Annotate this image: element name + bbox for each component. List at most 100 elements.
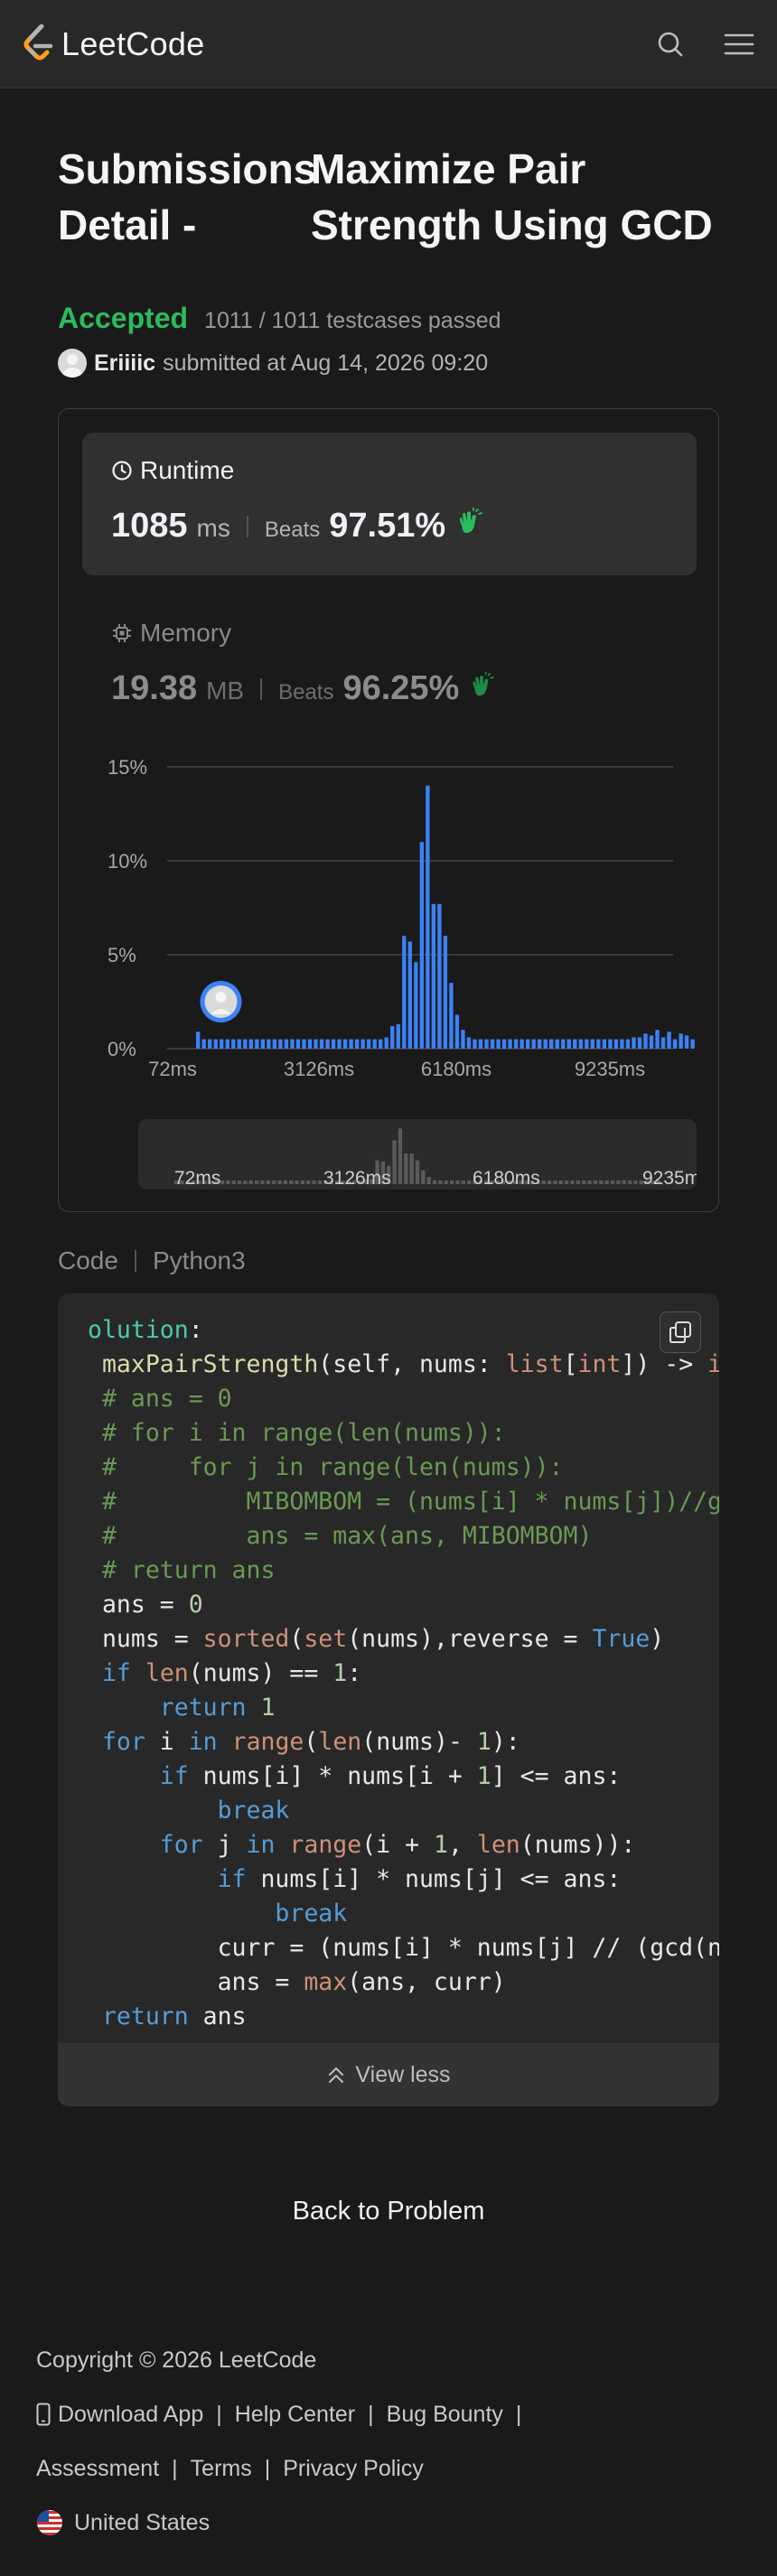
histogram-bar[interactable] (354, 1039, 360, 1049)
histogram-bar[interactable] (484, 1039, 489, 1049)
histogram-bar[interactable] (660, 1037, 666, 1049)
runtime-distribution-chart[interactable]: 15% 10% 5% 0% 72ms 3126ms 6180ms 9235ms (95, 752, 709, 1078)
histogram-bar[interactable] (478, 1039, 483, 1049)
histogram-bar[interactable] (402, 936, 407, 1049)
problem-title-link[interactable]: Maximize Pair Strength Using GCD (311, 141, 726, 253)
histogram-bar[interactable] (302, 1039, 306, 1049)
histogram-bar[interactable] (602, 1039, 607, 1049)
histogram-bar[interactable] (201, 1039, 206, 1049)
histogram-bar[interactable] (372, 1039, 377, 1049)
your-submission-marker[interactable] (200, 981, 242, 1022)
histogram-bar[interactable] (596, 1039, 601, 1049)
histogram-bar[interactable] (331, 1039, 336, 1049)
histogram-bar[interactable] (513, 1039, 519, 1049)
histogram-bar[interactable] (284, 1039, 289, 1049)
histogram-bar[interactable] (679, 1033, 683, 1049)
histogram-bar[interactable] (632, 1037, 636, 1049)
histogram-bar[interactable] (667, 1031, 671, 1049)
histogram-bar[interactable] (454, 1014, 460, 1049)
terms-link[interactable]: Terms (191, 2456, 252, 2482)
histogram-bar[interactable] (461, 1030, 465, 1049)
histogram-bar[interactable] (349, 1039, 353, 1049)
view-less-button[interactable]: View less (58, 2043, 719, 2106)
histogram-bar[interactable] (213, 1039, 218, 1049)
histogram-bar[interactable] (290, 1039, 295, 1049)
histogram-bar[interactable] (690, 1039, 695, 1049)
histogram-bar[interactable] (620, 1039, 624, 1049)
histogram-bar[interactable] (520, 1039, 524, 1049)
username-link[interactable]: Eriiiic (94, 350, 155, 377)
histogram-bar[interactable] (525, 1039, 530, 1049)
histogram-bar[interactable] (390, 1026, 395, 1049)
histogram-bar[interactable] (473, 1039, 477, 1049)
histogram-bar[interactable] (643, 1033, 648, 1049)
leetcode-logo[interactable]: LeetCode (22, 23, 205, 64)
histogram-bar[interactable] (566, 1039, 571, 1049)
histogram-bar[interactable] (407, 941, 412, 1049)
histogram-bar[interactable] (379, 1039, 383, 1049)
histogram-bar[interactable] (208, 1039, 212, 1049)
histogram-bar[interactable] (508, 1039, 512, 1049)
histogram-bar[interactable] (672, 1039, 678, 1049)
assessment-link[interactable]: Assessment (36, 2456, 159, 2482)
histogram-bar[interactable] (561, 1039, 566, 1049)
histogram-bar[interactable] (196, 1031, 201, 1049)
histogram-bar[interactable] (384, 1037, 388, 1049)
histogram-bar[interactable] (649, 1035, 654, 1049)
histogram-bar[interactable] (225, 1039, 229, 1049)
histogram-bar[interactable] (255, 1039, 259, 1049)
histogram-bar[interactable] (496, 1039, 501, 1049)
region-selector[interactable]: United States (36, 2507, 741, 2538)
histogram-bar[interactable] (237, 1039, 241, 1049)
histogram-bar[interactable] (278, 1039, 283, 1049)
histogram-bar[interactable] (272, 1039, 277, 1049)
privacy-policy-link[interactable]: Privacy Policy (283, 2456, 424, 2482)
back-to-problem-button[interactable]: Back to Problem (0, 2197, 777, 2226)
histogram-bar[interactable] (637, 1037, 642, 1049)
histogram-bar[interactable] (449, 983, 454, 1049)
search-button[interactable] (654, 28, 687, 61)
histogram-bar[interactable] (501, 1039, 507, 1049)
menu-button[interactable] (723, 28, 755, 61)
histogram-bar[interactable] (231, 1039, 236, 1049)
download-app-link[interactable]: Download App (36, 2402, 203, 2428)
histogram-bar[interactable] (243, 1039, 248, 1049)
histogram-bar[interactable] (538, 1039, 542, 1049)
histogram-bar[interactable] (314, 1039, 318, 1049)
histogram-bar[interactable] (360, 1039, 365, 1049)
histogram-bar[interactable] (220, 1039, 224, 1049)
histogram-bar[interactable] (578, 1039, 583, 1049)
histogram-bar[interactable] (342, 1039, 348, 1049)
copy-code-button[interactable] (660, 1311, 701, 1353)
histogram-bar[interactable] (543, 1039, 548, 1049)
chart-range-slider[interactable]: 72ms 3126ms 6180ms 9235ms (138, 1119, 697, 1190)
histogram-bar[interactable] (267, 1039, 271, 1049)
histogram-bar[interactable] (426, 785, 430, 1049)
histogram-bar[interactable] (419, 842, 424, 1049)
histogram-bar[interactable] (437, 903, 442, 1049)
bug-bounty-link[interactable]: Bug Bounty (387, 2402, 503, 2428)
histogram-bar[interactable] (573, 1039, 577, 1049)
histogram-bar[interactable] (325, 1039, 330, 1049)
histogram-bar[interactable] (248, 1039, 253, 1049)
histogram-bar[interactable] (414, 962, 418, 1049)
histogram-bar[interactable] (260, 1039, 266, 1049)
histogram-bar[interactable] (396, 1023, 400, 1049)
histogram-bar[interactable] (337, 1039, 342, 1049)
histogram-bar[interactable] (555, 1039, 559, 1049)
avatar[interactable] (58, 349, 87, 378)
histogram-bar[interactable] (655, 1030, 660, 1049)
histogram-bar[interactable] (549, 1039, 554, 1049)
histogram-bar[interactable] (531, 1039, 536, 1049)
histogram-bar[interactable] (490, 1039, 495, 1049)
code-content[interactable]: olution: maxPairStrength(self, nums: lis… (58, 1313, 719, 2043)
histogram-bar[interactable] (684, 1035, 689, 1049)
histogram-bar[interactable] (443, 936, 448, 1049)
histogram-bar[interactable] (295, 1039, 301, 1049)
runtime-panel[interactable]: Runtime 1085 ms Beats 97.51% (82, 433, 697, 575)
histogram-bar[interactable] (319, 1039, 324, 1049)
histogram-bar[interactable] (431, 903, 436, 1049)
histogram-bar[interactable] (590, 1039, 594, 1049)
code-block[interactable]: olution: maxPairStrength(self, nums: lis… (58, 1293, 719, 2106)
histogram-bar[interactable] (307, 1039, 313, 1049)
